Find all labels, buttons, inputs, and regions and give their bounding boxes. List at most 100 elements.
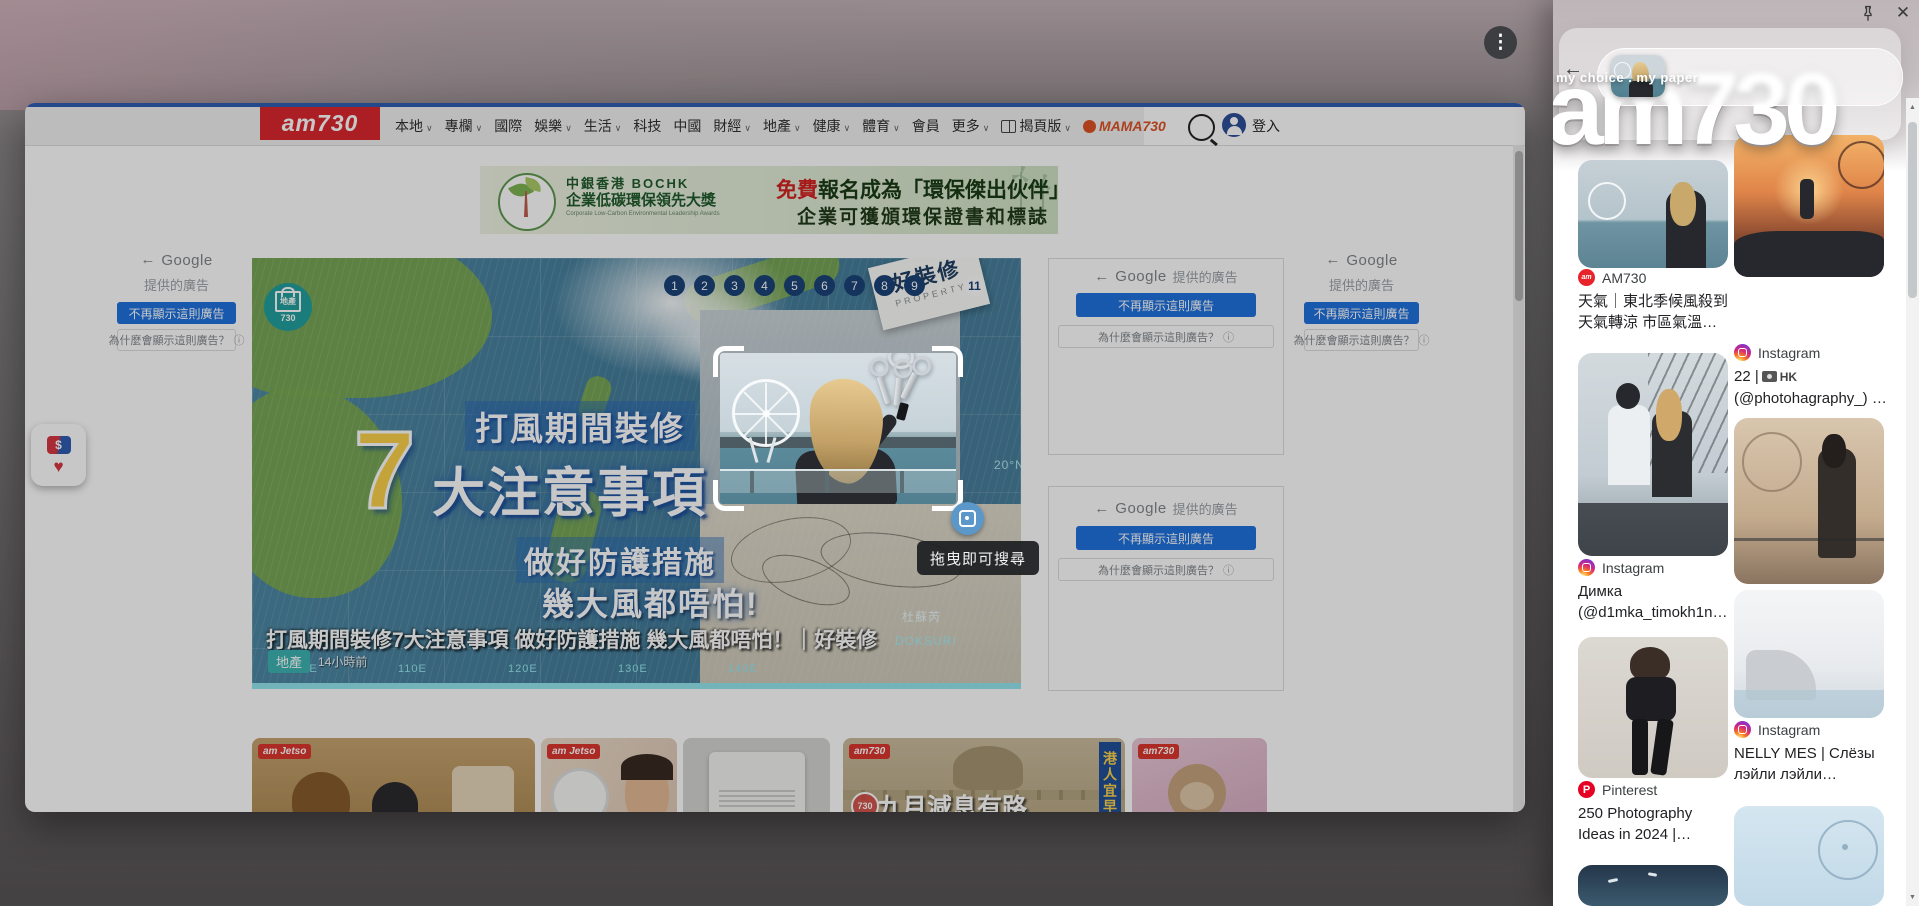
am730-chip: am730 xyxy=(1138,744,1179,759)
chevron-down-icon xyxy=(794,118,801,134)
man-head-shape xyxy=(1616,383,1640,409)
article-thumb-fed[interactable]: am730 730 九月減息有路 港人宜早 xyxy=(843,738,1125,812)
result-image-deck[interactable] xyxy=(1734,590,1884,718)
result-source-instagram-1[interactable]: Instagram xyxy=(1734,344,1820,361)
close-icon[interactable] xyxy=(1893,3,1913,23)
storm-name-en: DOKSURI xyxy=(895,634,957,648)
result-source-instagram-2[interactable]: Instagram xyxy=(1578,559,1664,576)
hero-bottom-strip xyxy=(252,683,1021,689)
article-thumb-jetso2[interactable]: am Jetso xyxy=(541,738,677,812)
page-dot[interactable]: 9 xyxy=(904,275,925,296)
page-dot[interactable]: 11 xyxy=(964,275,985,296)
nav-item-lifestyle[interactable]: 生活 xyxy=(584,116,622,136)
panel-scrollbar[interactable]: ▲ ▼ xyxy=(1906,98,1919,906)
back-arrow-icon[interactable] xyxy=(1094,500,1109,518)
nav-item-international[interactable]: 國際 xyxy=(494,116,522,136)
result-snippet[interactable]: NELLY MES | Слёзылэйли лэйли… xyxy=(1734,743,1875,785)
selection-handle-bottomleft[interactable] xyxy=(713,480,744,511)
why-ad-button[interactable]: 為什麼會顯示這則廣告？ xyxy=(117,329,236,351)
scroll-down-icon[interactable]: ▼ xyxy=(1906,890,1919,904)
panel-scrollbar-thumb[interactable] xyxy=(1908,122,1917,298)
am730-logo[interactable]: am730 xyxy=(260,107,380,140)
page-dot[interactable]: 3 xyxy=(724,275,745,296)
page-dot[interactable]: 2 xyxy=(694,275,715,296)
back-arrow-icon[interactable] xyxy=(1094,268,1109,286)
result-image-fashion[interactable] xyxy=(1578,637,1728,778)
hide-ad-button[interactable]: 不再顯示這則廣告 xyxy=(1304,302,1419,324)
hair-shape xyxy=(1822,434,1846,468)
nav-item-sports[interactable]: 體育 xyxy=(862,116,900,136)
push-pin-icon[interactable] xyxy=(1859,5,1877,23)
article-thumb-ac[interactable] xyxy=(683,738,830,812)
page-scrollbar[interactable] xyxy=(1513,145,1524,812)
lens-search-button[interactable] xyxy=(951,502,984,535)
page-dot[interactable]: 10 xyxy=(934,275,955,296)
back-arrow-icon[interactable] xyxy=(1325,251,1340,269)
nav-item-property[interactable]: 地產 xyxy=(763,116,801,136)
selection-handle-topleft[interactable] xyxy=(713,346,744,377)
nav-item-local[interactable]: 本地 xyxy=(395,116,433,136)
hide-ad-button[interactable]: 不再顯示這則廣告 xyxy=(1076,293,1256,317)
scroll-up-icon[interactable]: ▲ xyxy=(1906,100,1919,114)
man-shirt-shape xyxy=(1608,405,1650,485)
result-image-couple[interactable] xyxy=(1578,353,1728,556)
result-source-pinterest[interactable]: P Pinterest xyxy=(1578,781,1657,798)
page-dot[interactable]: 7 xyxy=(844,275,865,296)
search-icon[interactable] xyxy=(1188,114,1215,141)
result-snippet[interactable]: 250 PhotographyIdeas in 2024 |… xyxy=(1578,803,1692,845)
aircon-vents xyxy=(719,790,795,808)
result-source-instagram-3[interactable]: Instagram xyxy=(1734,721,1820,738)
ferris-wheel-shape xyxy=(1818,820,1878,880)
selection-handle-topright[interactable] xyxy=(932,346,963,377)
lens-selection-region[interactable] xyxy=(720,353,956,504)
visual-search-results-panel: am AM730 天氣｜東北季候風殺到天氣轉涼 市區氣溫… Instagram … xyxy=(1553,0,1919,906)
info-icon xyxy=(1419,332,1430,348)
nav-item-mama730[interactable]: MAMA730 xyxy=(1083,118,1166,134)
hero-caption: 打風期間裝修7大注意事項 做好防護措施 幾大風都唔怕！｜好裝修 xyxy=(266,624,877,654)
page-dot[interactable]: 1 xyxy=(664,275,685,296)
result-snippet[interactable]: Димка(@d1mka_timokh1n… xyxy=(1578,581,1727,623)
am730-favicon: am xyxy=(1578,269,1595,286)
result-image-harbor[interactable] xyxy=(1578,160,1728,268)
article-thumb-jetso1[interactable]: am Jetso xyxy=(252,738,535,812)
page-dot[interactable]: 6 xyxy=(814,275,835,296)
result-source-am730[interactable]: am AM730 xyxy=(1578,269,1646,286)
nav-item-entertainment[interactable]: 娛樂 xyxy=(534,116,572,136)
nav-item-tech[interactable]: 科技 xyxy=(633,116,661,136)
hide-ad-button[interactable]: 不再顯示這則廣告 xyxy=(117,302,236,324)
page-dot[interactable]: 8 xyxy=(874,275,895,296)
nav-item-health[interactable]: 健康 xyxy=(813,116,851,136)
top-banner-ad[interactable]: 中銀香港 BOCHK 企業低碳環保領先大獎 Corporate Low-Carb… xyxy=(480,166,1058,234)
result-image-palewheel[interactable] xyxy=(1734,806,1884,906)
jeans-leg-shape xyxy=(1650,718,1674,776)
result-snippet[interactable]: 22 |HK (@photohagraphy_) … xyxy=(1734,366,1887,409)
result-snippet[interactable]: 天氣｜東北季候風殺到天氣轉涼 市區氣溫… xyxy=(1578,291,1728,333)
nav-item-finance[interactable]: 財經 xyxy=(713,116,751,136)
info-icon xyxy=(1223,562,1234,578)
carousel-pagination[interactable]: 1 2 3 4 5 6 7 8 9 10 11 xyxy=(664,275,985,296)
nav-item-columns[interactable]: 專欄 xyxy=(445,116,483,136)
selected-image xyxy=(720,353,956,504)
result-image-sepia[interactable] xyxy=(1734,418,1884,584)
category-tag[interactable]: 地產 xyxy=(268,650,310,673)
page-scrollbar-thumb[interactable] xyxy=(1515,151,1523,301)
user-avatar-icon[interactable] xyxy=(1222,113,1246,137)
nav-item-more[interactable]: 更多 xyxy=(952,116,990,136)
hide-ad-button[interactable]: 不再顯示這則廣告 xyxy=(1076,526,1256,550)
page-dot[interactable]: 5 xyxy=(784,275,805,296)
nav-item-china[interactable]: 中國 xyxy=(673,116,701,136)
why-ad-button[interactable]: 為什麼會顯示這則廣告？ xyxy=(1058,325,1274,348)
floating-promo-widget[interactable]: $ ♥ xyxy=(31,424,86,486)
railing-post xyxy=(825,471,829,493)
three-dot-menu-button[interactable] xyxy=(1484,26,1517,59)
login-link[interactable]: 登入 xyxy=(1252,116,1280,136)
page-dot[interactable]: 4 xyxy=(754,275,775,296)
why-ad-button[interactable]: 為什麼會顯示這則廣告？ xyxy=(1304,329,1419,351)
result-image-darksea[interactable] xyxy=(1578,865,1728,906)
nav-item-flipbook[interactable]: 揭頁版 xyxy=(1001,116,1071,136)
back-arrow-icon[interactable] xyxy=(140,251,155,269)
why-ad-button[interactable]: 為什麼會顯示這則廣告？ xyxy=(1058,558,1274,581)
article-thumb-duffy[interactable]: am730 xyxy=(1132,738,1267,812)
nav-item-member[interactable]: 會員 xyxy=(912,116,940,136)
bird-shape xyxy=(1608,878,1618,883)
